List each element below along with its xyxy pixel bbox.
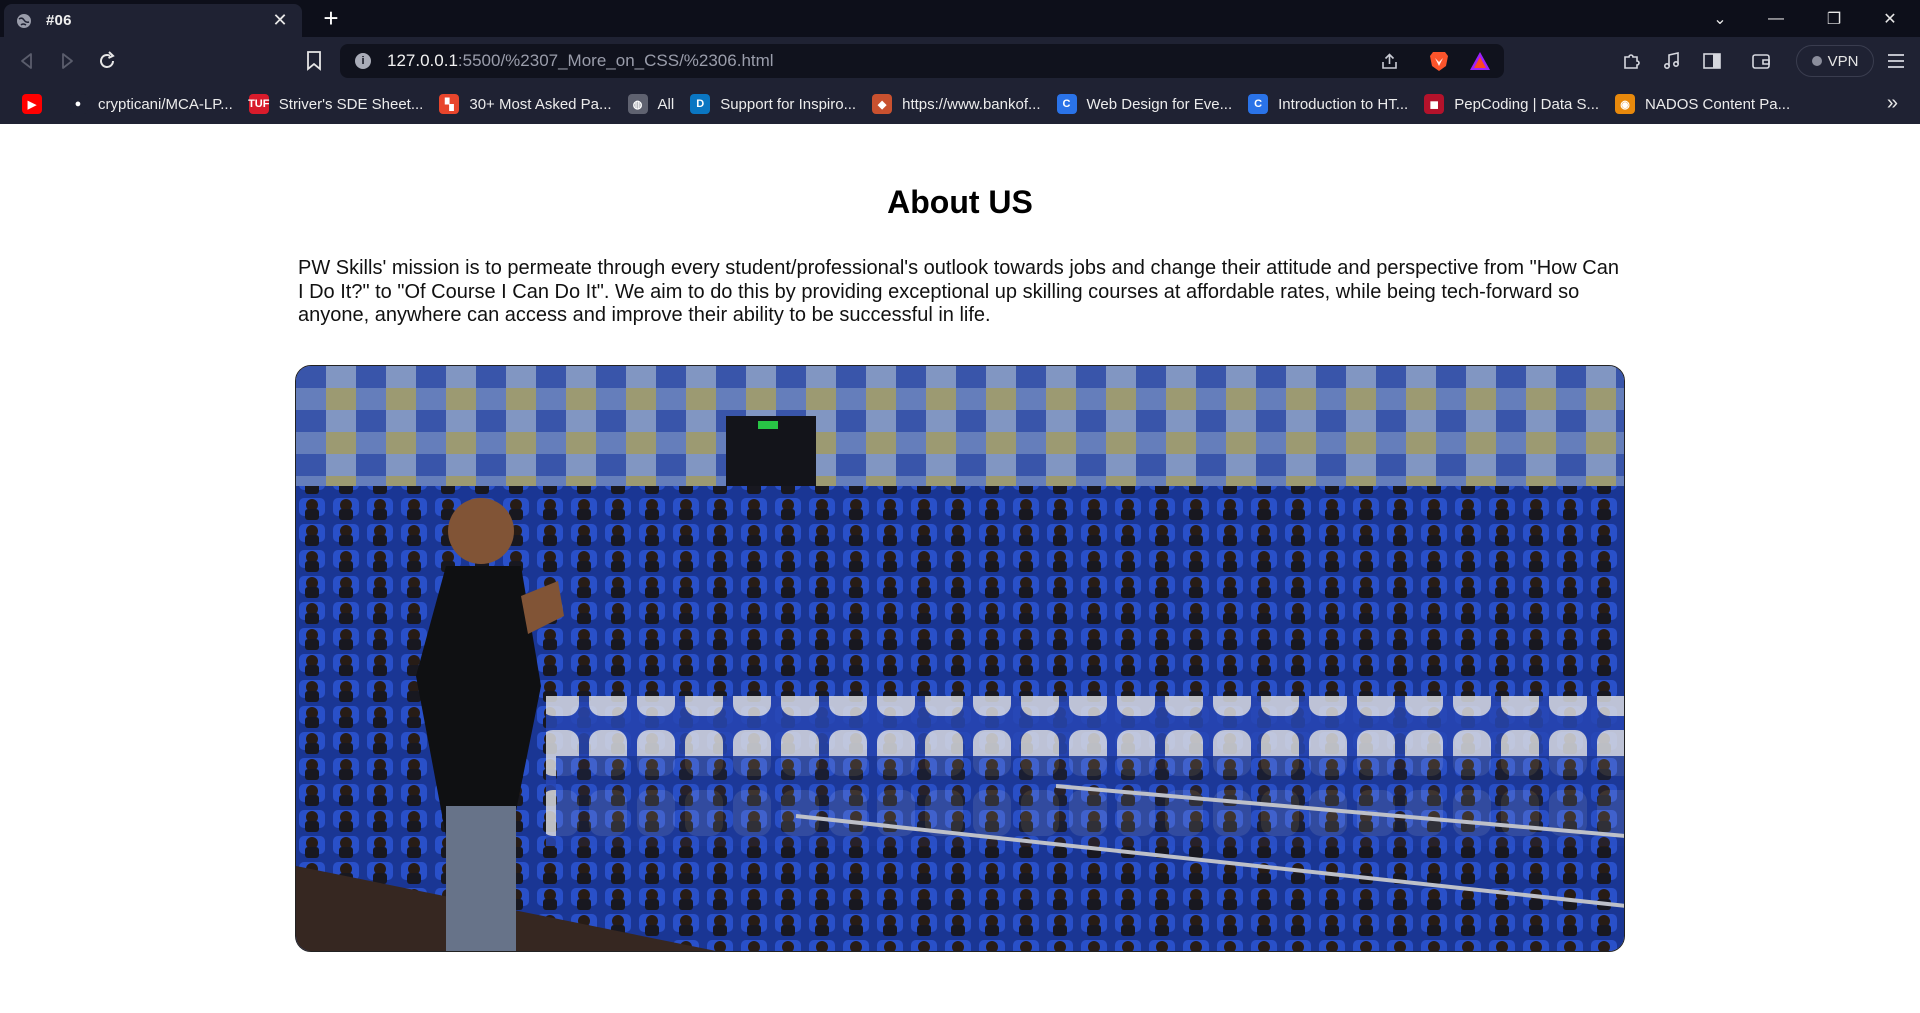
dell-icon: D [690, 94, 711, 114]
music-note-icon [1663, 52, 1680, 70]
bookmark-label: Web Design for Eve... [1086, 95, 1233, 113]
active-tab[interactable]: #06 ✕ [4, 4, 302, 37]
bookmark-item[interactable]: ◆ https://www.bankof... [866, 89, 1050, 119]
bookmark-item[interactable]: ▶ [16, 89, 62, 119]
forward-button[interactable] [53, 47, 81, 75]
tuf-icon: TUF [248, 94, 269, 114]
bookmark-item[interactable]: ● crypticani/MCA-LP... [62, 89, 243, 119]
wallet-icon [1752, 54, 1770, 69]
vpn-status-icon [1811, 56, 1822, 66]
site-info-icon[interactable]: i [355, 53, 371, 69]
main-menu-button[interactable] [1882, 47, 1910, 75]
share-button[interactable] [1376, 47, 1404, 75]
bookmarks-bar: ▶ ● crypticani/MCA-LP... TUF Striver's SDE S… [0, 84, 1920, 124]
bookmark-label: All [657, 95, 675, 113]
rewards-triangle-icon [1470, 52, 1490, 70]
sidebar-icon [1703, 53, 1721, 69]
page-content: About US PW Skills' mission is to permea… [0, 124, 1920, 1013]
address-bar[interactable]: i 127.0.0.1:5500/%2307_More_on_CSS/%2306… [340, 44, 1504, 78]
minimize-button[interactable]: — [1748, 0, 1804, 37]
tab-strip: #06 ✕ + ⌄ — ❐ ✕ [0, 0, 1920, 37]
bookmark-icon [307, 51, 321, 71]
reload-icon [100, 51, 115, 68]
tab-title: #06 [46, 12, 72, 29]
back-arrow-icon [21, 53, 32, 69]
auditorium-photo [295, 365, 1625, 952]
bookmark-item[interactable]: ◼ PepCoding | Data S... [1418, 89, 1609, 119]
mission-paragraph: PW Skills' mission is to permeate throug… [298, 257, 1619, 326]
tab-search-icon[interactable]: ⌄ [1692, 0, 1748, 37]
bookmark-label: Support for Inspiro... [720, 95, 857, 113]
brave-rewards-button[interactable] [1466, 47, 1494, 75]
github-icon: ● [68, 94, 88, 114]
bookmark-label: 30+ Most Asked Pa... [469, 95, 612, 113]
sidebar-button[interactable] [1698, 47, 1726, 75]
close-window-button[interactable]: ✕ [1862, 0, 1918, 37]
bookmarks-overflow-button[interactable]: » [1887, 92, 1898, 115]
forward-arrow-icon [62, 53, 73, 69]
nados-icon: ◉ [1615, 94, 1636, 114]
auditorium-image [296, 366, 1624, 951]
coursera-icon: C [1248, 94, 1269, 114]
bookmark-item[interactable]: ▚ 30+ Most Asked Pa... [433, 89, 621, 119]
vpn-button[interactable]: VPN [1796, 45, 1874, 77]
browser-toolbar: i 127.0.0.1:5500/%2307_More_on_CSS/%2306… [0, 37, 1920, 84]
bookmark-label: Introduction to HT... [1278, 95, 1409, 113]
coursera-icon: C [1056, 94, 1077, 114]
bookmark-page-button[interactable] [300, 47, 328, 75]
pepcoding-icon: ◼ [1424, 94, 1445, 114]
wallet-button[interactable] [1747, 47, 1775, 75]
share-icon [1382, 53, 1397, 69]
brave-lion-icon [1430, 52, 1448, 71]
bookmark-label: Striver's SDE Sheet... [278, 95, 424, 113]
bookmark-label: PepCoding | Data S... [1454, 95, 1600, 113]
restore-button[interactable]: ❐ [1806, 0, 1862, 37]
pattern-icon: ▚ [439, 94, 460, 114]
bookmark-item[interactable]: ◍ All [622, 89, 685, 119]
puzzle-icon [1624, 54, 1640, 69]
bookmark-item[interactable]: C Web Design for Eve... [1051, 89, 1243, 119]
globe-icon [16, 13, 32, 29]
bookmark-label: NADOS Content Pa... [1645, 95, 1791, 113]
bookmark-item[interactable]: TUF Striver's SDE Sheet... [243, 89, 434, 119]
globe-icon: ◍ [627, 94, 648, 114]
bookmark-item[interactable]: D Support for Inspiro... [684, 89, 866, 119]
page-title: About US [887, 184, 1033, 220]
url-text[interactable]: 127.0.0.1:5500/%2307_More_on_CSS/%2306.h… [387, 51, 774, 71]
close-tab-icon[interactable]: ✕ [270, 10, 290, 31]
bookmark-item[interactable]: ◉ NADOS Content Pa... [1609, 89, 1800, 119]
vpn-label: VPN [1827, 52, 1859, 70]
extensions-button[interactable] [1618, 47, 1646, 75]
bookmark-item[interactable]: C Introduction to HT... [1242, 89, 1418, 119]
bank-icon: ◆ [872, 94, 893, 114]
bookmark-label: https://www.bankof... [902, 95, 1041, 113]
hamburger-menu-icon [1888, 54, 1904, 68]
new-tab-button[interactable]: + [318, 5, 344, 32]
back-button[interactable] [13, 47, 41, 75]
media-button[interactable] [1658, 47, 1686, 75]
youtube-icon: ▶ [22, 94, 42, 114]
reload-button[interactable] [93, 47, 121, 75]
bookmark-label: crypticani/MCA-LP... [98, 95, 233, 113]
brave-shields-button[interactable] [1425, 47, 1453, 75]
